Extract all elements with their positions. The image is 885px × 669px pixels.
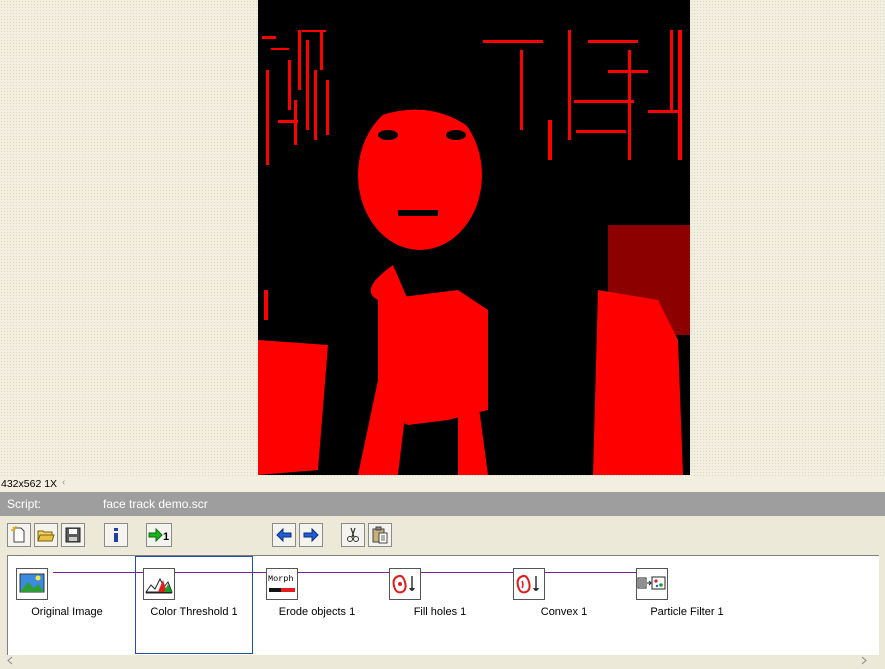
save-script-button[interactable]: [61, 523, 85, 547]
step-original-image[interactable]: Original Image: [8, 556, 126, 654]
arrow-left-icon: [276, 527, 292, 543]
script-steps-panel: Original Image Color Threshold 1 Morph E…: [7, 555, 879, 656]
threshold-result-image: [258, 0, 690, 475]
run-once-button[interactable]: 1: [146, 523, 172, 547]
thresholded-photo: [258, 0, 690, 475]
floppy-disk-icon: [65, 527, 81, 543]
info-icon: [114, 528, 118, 542]
script-label: Script:: [7, 497, 42, 511]
cut-button[interactable]: [341, 523, 365, 547]
step-convex[interactable]: Convex 1: [505, 556, 623, 654]
scroll-left-arrow[interactable]: ‹: [62, 477, 65, 488]
step-particle-filter[interactable]: Particle Filter 1: [628, 556, 746, 654]
arrow-right-icon: [303, 527, 319, 543]
open-script-button[interactable]: [34, 523, 58, 547]
step-label: Particle Filter 1: [650, 606, 724, 618]
step-fill-holes[interactable]: Fill holes 1: [381, 556, 499, 654]
step-erode-objects[interactable]: Morph Erode objects 1: [258, 556, 376, 654]
run-once-count: 1: [163, 531, 169, 543]
folder-open-icon: [37, 530, 55, 542]
step-forward-button[interactable]: [299, 523, 323, 547]
morph-icon: Morph: [266, 568, 298, 600]
info-button[interactable]: [104, 523, 128, 547]
step-label: Fill holes 1: [413, 606, 467, 618]
particle-filter-icon: [636, 568, 668, 600]
convex-hull-icon: [513, 568, 545, 600]
paste-button[interactable]: [368, 523, 392, 547]
landscape-image-icon: [16, 568, 48, 600]
histogram-icon: [143, 568, 175, 600]
fill-holes-icon: [389, 568, 421, 600]
step-label: Color Threshold 1: [150, 606, 238, 618]
viewer-status-bar: 432x562 1X ‹: [0, 477, 885, 492]
new-script-button[interactable]: [7, 523, 31, 547]
script-panel-scrollbar[interactable]: [0, 655, 885, 666]
image-viewer[interactable]: [0, 0, 885, 477]
step-color-threshold[interactable]: Color Threshold 1: [135, 556, 253, 654]
script-header: Script: face track demo.scr: [0, 492, 885, 516]
step-back-button[interactable]: [272, 523, 296, 547]
script-filename: face track demo.scr: [103, 497, 208, 511]
step-label: Erode objects 1: [278, 606, 356, 618]
paste-icon: [372, 526, 388, 544]
script-toolbar: 1: [0, 516, 885, 554]
step-label: Convex 1: [540, 606, 588, 618]
run-once-icon: 1: [148, 527, 169, 543]
new-file-icon: [11, 526, 25, 543]
scissors-icon: [347, 527, 359, 542]
morph-icon-text: Morph: [268, 574, 294, 584]
scrollbar-arrows: [7, 656, 867, 665]
step-label: Original Image: [31, 606, 103, 618]
image-size-zoom-readout: 432x562 1X: [1, 478, 58, 490]
